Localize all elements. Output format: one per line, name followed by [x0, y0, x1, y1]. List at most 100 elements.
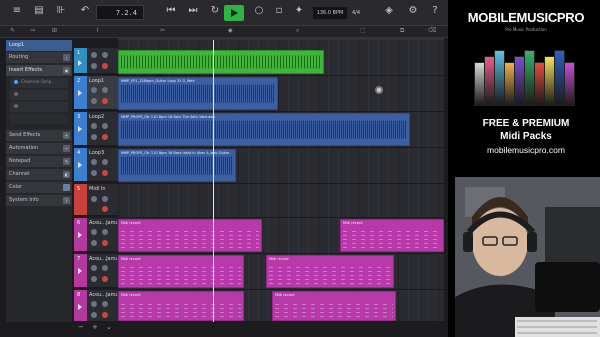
track-header[interactable]: 3 Loop2: [74, 112, 118, 146]
midi-clip[interactable]: Midi record: [118, 255, 244, 288]
midi-clip[interactable]: Midi record: [118, 219, 262, 252]
solo-icon[interactable]: [102, 229, 108, 235]
wand-icon[interactable]: ✦: [290, 4, 308, 18]
play-icon[interactable]: [78, 232, 82, 238]
track-lane[interactable]: [118, 48, 444, 76]
channel-strip-item[interactable]: Channel Strip: [10, 78, 68, 88]
snap-icon[interactable]: ⌇: [96, 27, 99, 34]
audio-clip[interactable]: MMP_PROPS_Gtr 110 Bpm 16 Bars The Sails …: [118, 113, 410, 146]
record-arm-icon[interactable]: [102, 63, 108, 69]
track-lane[interactable]: Midi record Midi record: [118, 290, 444, 322]
trash-icon[interactable]: −: [78, 323, 84, 331]
undo-icon[interactable]: ↶: [76, 4, 94, 18]
add-track-icon[interactable]: +: [92, 323, 98, 331]
track-header[interactable]: 8 Acou...Jamz: [74, 290, 118, 322]
record-arm-icon[interactable]: [102, 206, 108, 212]
track-lane[interactable]: MMP_PROPS_Gtr 110 Bpm 16 Bars Heist in U…: [118, 148, 444, 184]
play-icon[interactable]: [78, 268, 82, 274]
track-header[interactable]: 2 Loop1: [74, 76, 118, 110]
track-lane[interactable]: Midi record Midi record: [118, 218, 444, 254]
track-lane[interactable]: Midi record Midi record: [118, 254, 444, 290]
record-arm-icon[interactable]: [102, 134, 108, 140]
record-arm-icon[interactable]: [102, 170, 108, 176]
midi-clip[interactable]: Midi record: [340, 219, 444, 252]
mute-icon[interactable]: [91, 159, 97, 165]
help-icon[interactable]: ?: [426, 4, 444, 18]
audio-clip[interactable]: MMP_PROPS_Gtr 110 Bpm 16 Bars Heist in U…: [118, 149, 236, 182]
time-signature[interactable]: 4/4: [349, 7, 363, 19]
inspector-send-effects[interactable]: Send Effects +: [6, 130, 72, 141]
marker-icon[interactable]: ◆: [228, 27, 233, 34]
inspector-track-name[interactable]: Loop1: [6, 40, 72, 51]
monitor-icon[interactable]: [91, 240, 97, 246]
loop-icon[interactable]: ↻: [206, 4, 224, 18]
settings-icon[interactable]: ⚙: [404, 4, 422, 18]
audio-clip[interactable]: MMP_EP1_128bpm_Guitar Loop 25 G_Wed: [118, 77, 278, 110]
solo-icon[interactable]: [102, 52, 108, 58]
forward-icon[interactable]: ⏭: [184, 4, 202, 18]
solo-icon[interactable]: [102, 159, 108, 165]
play-icon[interactable]: [78, 304, 82, 310]
inspector-notepad[interactable]: Notepad ✎: [6, 156, 72, 167]
effect-slot-2[interactable]: [10, 102, 68, 112]
mix-icon[interactable]: ◈: [380, 4, 398, 18]
mute-icon[interactable]: [91, 52, 97, 58]
monitor-icon[interactable]: [91, 170, 97, 176]
mute-icon[interactable]: [91, 265, 97, 271]
solo-icon[interactable]: [102, 196, 108, 202]
inspector-color[interactable]: Color: [6, 182, 72, 193]
record-arm-icon[interactable]: [102, 240, 108, 246]
metronome-icon[interactable]: ▫: [270, 4, 288, 18]
link-icon[interactable]: ⊸: [30, 27, 35, 34]
select-icon[interactable]: ⬚: [360, 27, 366, 34]
solo-icon[interactable]: [102, 265, 108, 271]
inspector-insert-effects[interactable]: Insert Effects ◉: [6, 65, 72, 76]
mute-icon[interactable]: [91, 87, 97, 93]
midi-clip[interactable]: Midi record: [266, 255, 394, 288]
mute-icon[interactable]: [91, 123, 97, 129]
play-icon[interactable]: [78, 126, 82, 132]
play-icon[interactable]: [78, 162, 82, 168]
monitor-icon[interactable]: [91, 98, 97, 104]
track-lane[interactable]: MMP_PROPS_Gtr 110 Bpm 16 Bars The Sails …: [118, 112, 444, 148]
play-icon[interactable]: [78, 60, 82, 66]
play-button[interactable]: [224, 5, 244, 21]
track-header[interactable]: 4 Loop3: [74, 148, 118, 182]
grid-icon[interactable]: ⊞: [52, 27, 57, 34]
browser-icon[interactable]: ▤: [30, 4, 48, 18]
record-icon[interactable]: ○: [250, 4, 268, 18]
play-icon[interactable]: [78, 90, 82, 96]
add-effect-slot[interactable]: [10, 114, 68, 124]
audio-clip[interactable]: [118, 50, 324, 74]
mute-icon[interactable]: [91, 196, 97, 202]
record-arm-icon[interactable]: [102, 98, 108, 104]
scissors-icon[interactable]: ✂: [160, 27, 165, 34]
record-arm-icon[interactable]: [102, 276, 108, 282]
duplicate-icon[interactable]: ⧉: [400, 27, 404, 35]
arrange-view[interactable]: MMP_EP1_128bpm_Guitar Loop 25 G_Wed MMP_…: [118, 40, 444, 322]
zoom-icon[interactable]: ⌕: [296, 27, 299, 35]
solo-icon[interactable]: [102, 123, 108, 129]
track-lane[interactable]: [118, 184, 444, 218]
track-header[interactable]: 1: [74, 48, 118, 74]
mixer-icon[interactable]: ⊪: [52, 4, 70, 18]
mute-icon[interactable]: [91, 229, 97, 235]
playhead[interactable]: [213, 40, 214, 322]
delete-icon[interactable]: ⌫: [428, 27, 436, 34]
effect-slot-1[interactable]: [10, 90, 68, 100]
midi-clip[interactable]: Midi record: [272, 291, 396, 321]
monitor-icon[interactable]: [91, 312, 97, 318]
track-lane[interactable]: MMP_EP1_128bpm_Guitar Loop 25 G_Wed: [118, 76, 444, 112]
inspector-routing[interactable]: Routing ›: [6, 52, 72, 63]
monitor-icon[interactable]: [91, 276, 97, 282]
pencil-icon[interactable]: ✎: [10, 27, 15, 34]
solo-icon[interactable]: [102, 87, 108, 93]
tempo-display[interactable]: 136.0 BPM: [313, 7, 347, 19]
track-header[interactable]: 5 Midi In: [74, 184, 118, 216]
mute-icon[interactable]: [91, 301, 97, 307]
solo-icon[interactable]: [102, 301, 108, 307]
inspector-automation[interactable]: Automation ~: [6, 143, 72, 154]
monitor-icon[interactable]: [91, 134, 97, 140]
menu-icon[interactable]: ≡: [8, 4, 26, 18]
inspector-system-info[interactable]: System Info i: [6, 195, 72, 206]
